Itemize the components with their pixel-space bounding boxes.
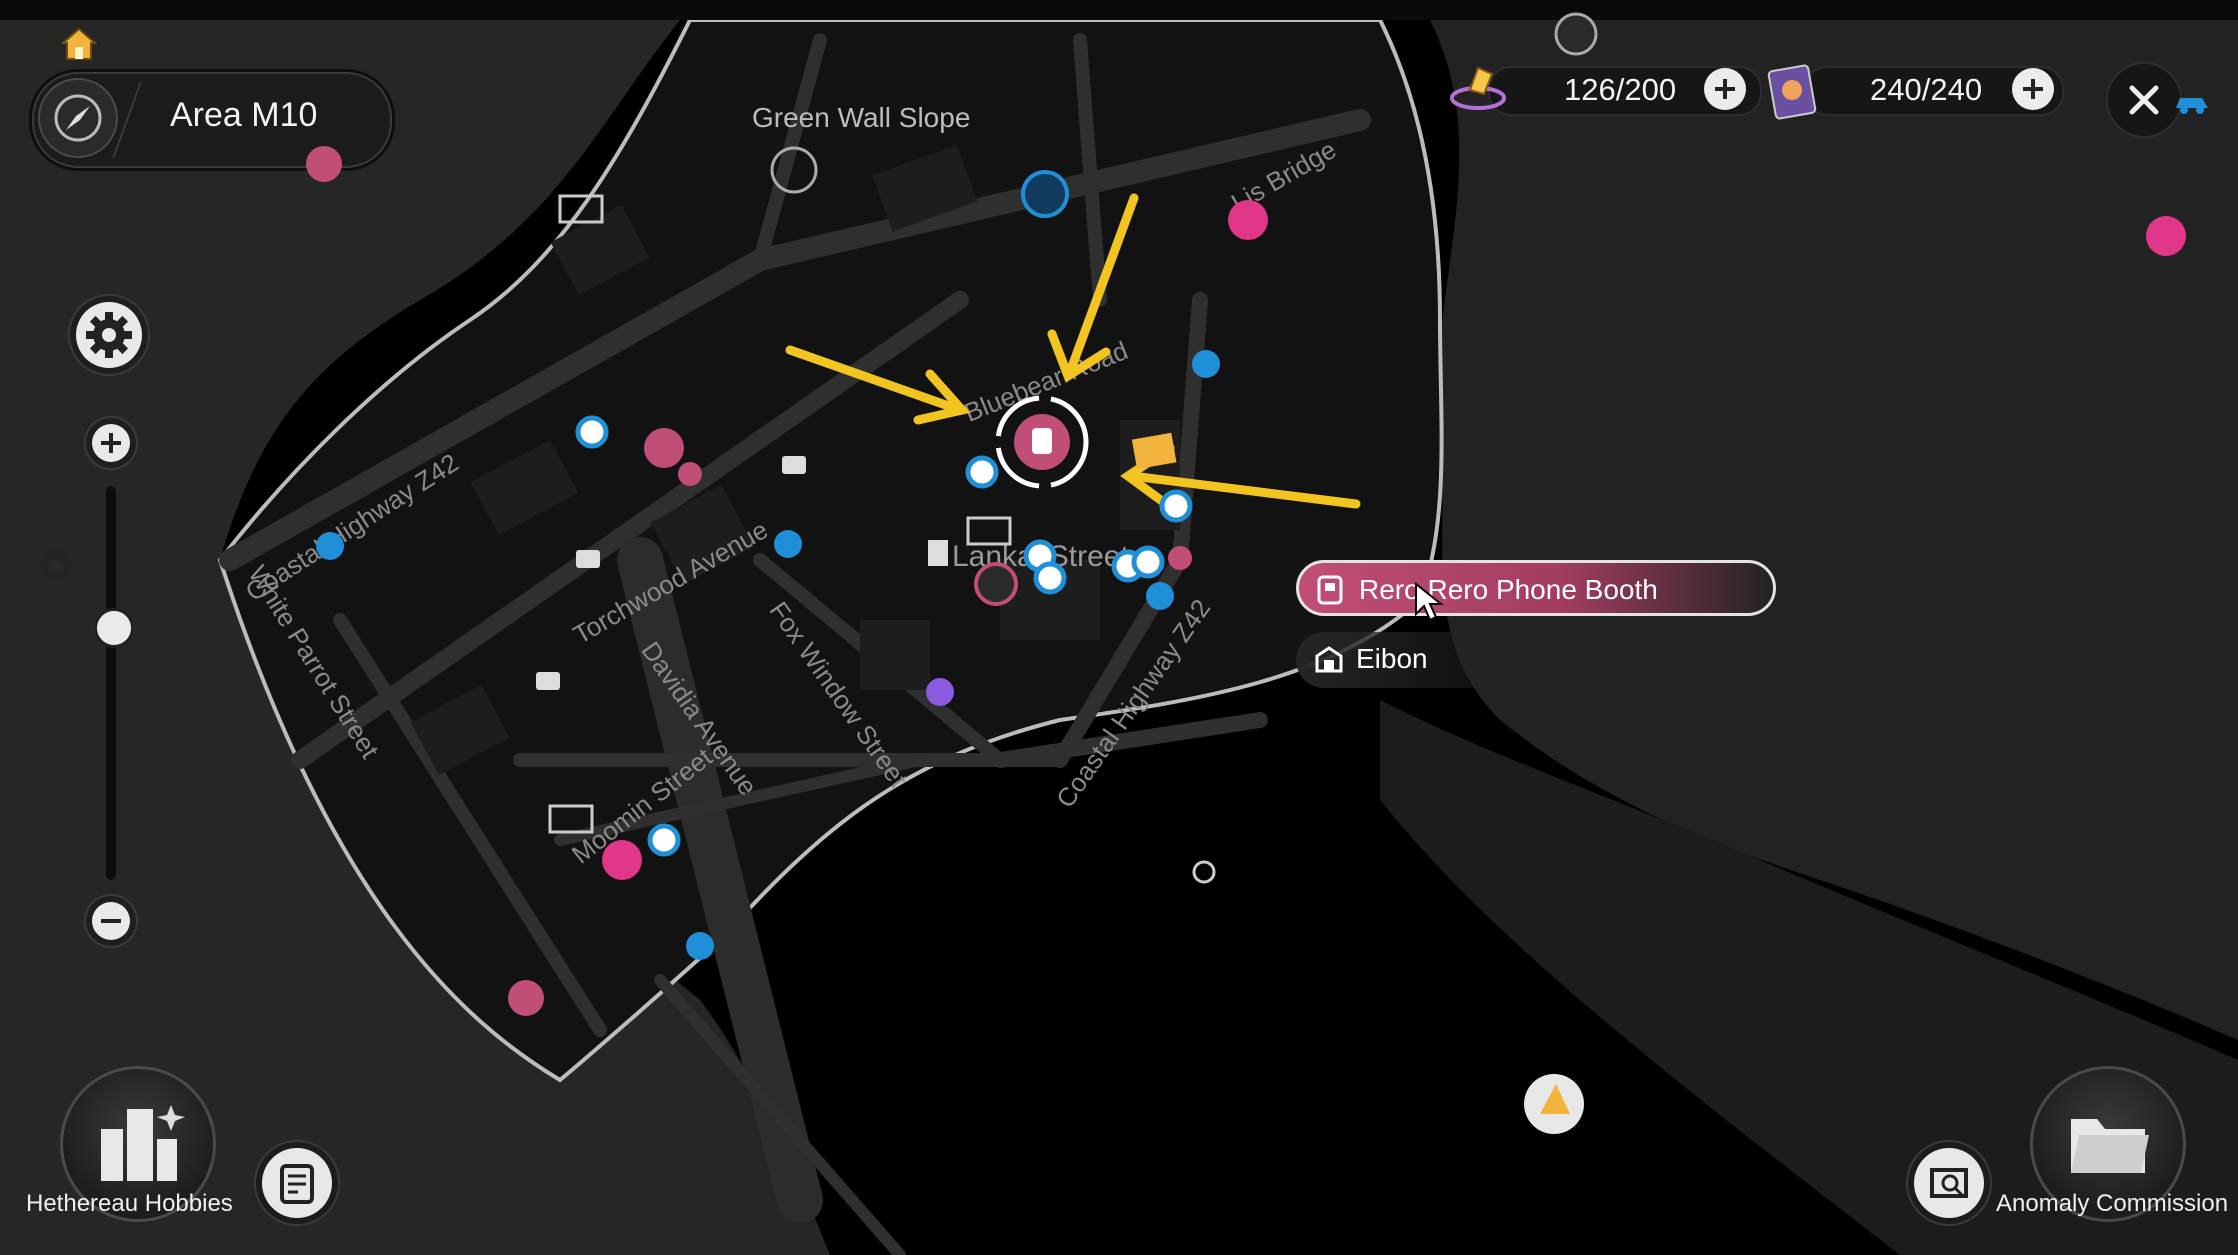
location-item-eibon-label: Eibon [1356, 643, 1428, 674]
map-search-button[interactable] [1914, 1148, 1984, 1218]
map-markers [306, 12, 2186, 1134]
location-item-eibon[interactable]: Eibon [1296, 632, 1616, 688]
location-item-phone-booth-label: Rero Rero Phone Booth [1359, 574, 1658, 605]
selected-phone-booth-marker [995, 395, 1089, 489]
notes-button[interactable] [262, 1148, 332, 1218]
mouse-cursor-icon [1415, 582, 1444, 622]
anomaly-commission-label: Anomaly Commission [1996, 1190, 2229, 1217]
notes-icon [280, 1164, 314, 1204]
blue-markers [316, 170, 1220, 960]
camera-markers [536, 456, 806, 690]
phone-booth-icon [1317, 575, 1343, 605]
map-search-icon [1930, 1168, 1968, 1198]
location-item-phone-booth[interactable]: Rero Rero Phone Booth [1296, 560, 1776, 616]
race-flag-markers [602, 200, 2186, 880]
arrow-annotations [785, 193, 1361, 509]
quest-markers [575, 415, 1193, 857]
hethereau-hobbies-label: Hethereau Hobbies [26, 1190, 233, 1217]
shop-icon [1315, 646, 1343, 673]
